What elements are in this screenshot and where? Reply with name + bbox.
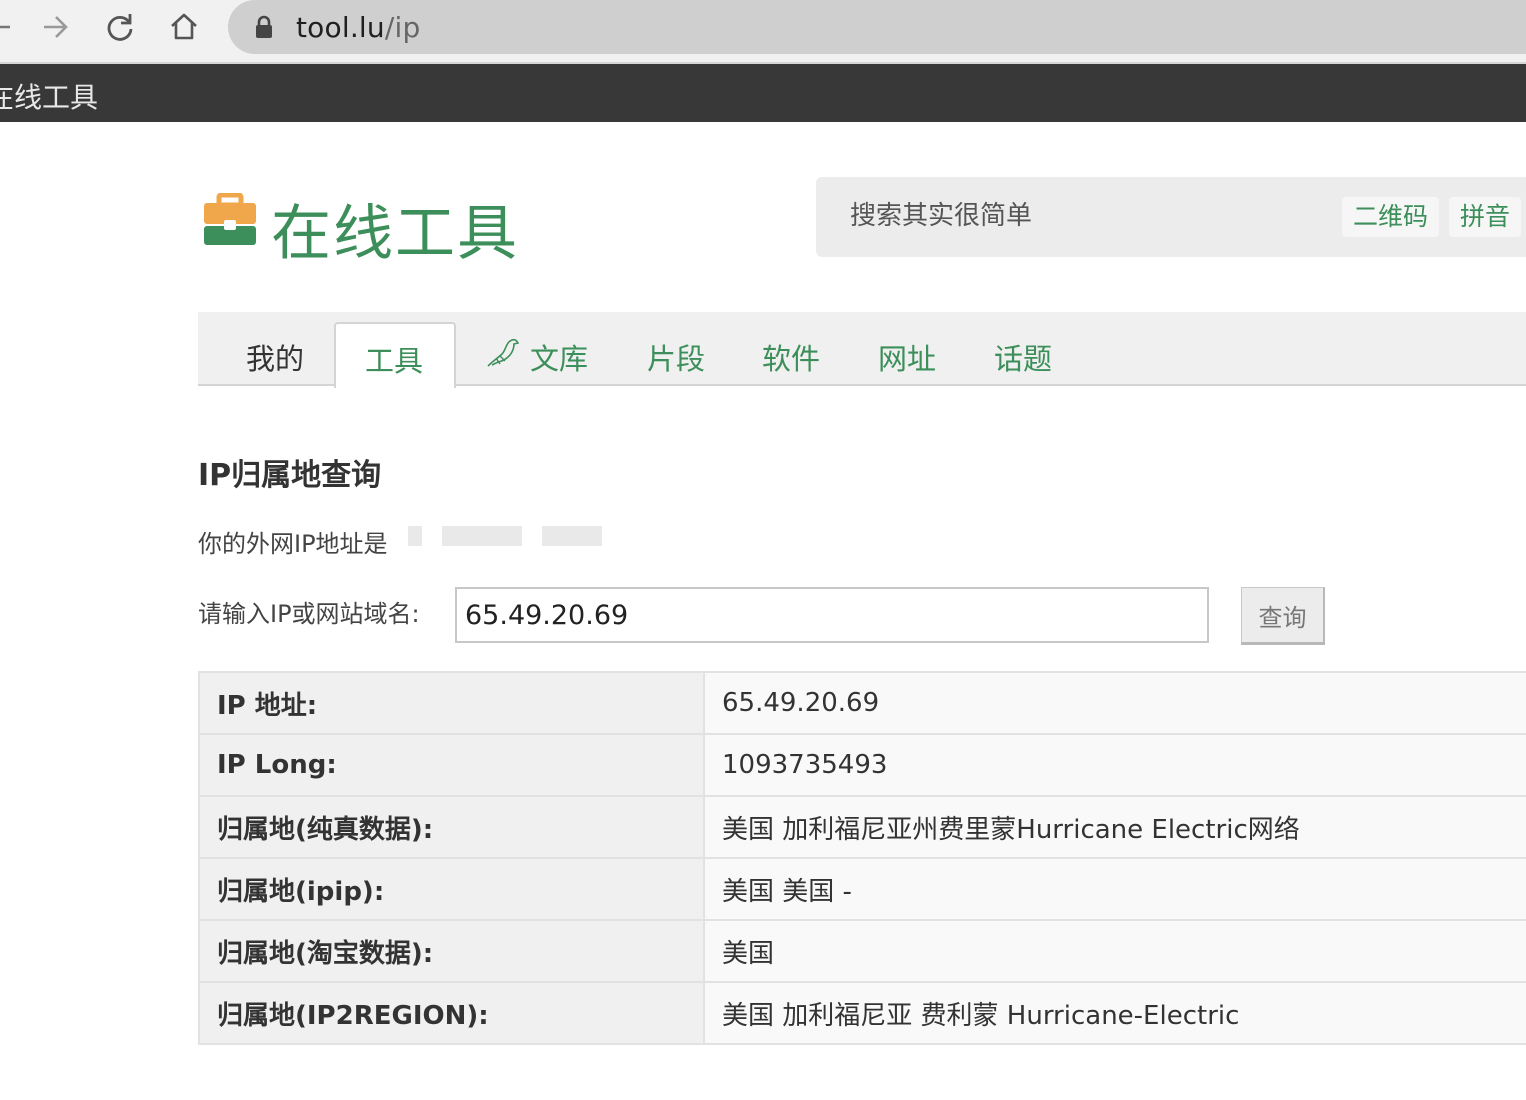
url-path: /ip xyxy=(384,11,421,44)
redacted-ip-block xyxy=(542,526,602,546)
tab-links[interactable]: 网址 xyxy=(878,336,936,378)
table-row: IP Long: 1093735493 xyxy=(198,733,1526,797)
table-row: 归属地(纯真数据): 美国 加利福尼亚州费里蒙Hurricane Electri… xyxy=(198,795,1526,859)
lock-icon xyxy=(256,15,272,38)
address-bar[interactable]: tool.lu/ip xyxy=(228,0,1526,54)
table-row: 归属地(IP2REGION): 美国 加利福尼亚 费利蒙 Hurricane-E… xyxy=(198,981,1526,1045)
search-box: 二维码 拼音 xyxy=(816,177,1526,257)
search-tag-pinyin[interactable]: 拼音 xyxy=(1449,197,1522,237)
redacted-ip-block xyxy=(442,526,522,546)
table-row: IP 地址: 65.49.20.69 xyxy=(198,671,1526,735)
browser-toolbar: tool.lu/ip xyxy=(0,0,1526,64)
table-row: 归属地(淘宝数据): 美国 xyxy=(198,919,1526,983)
result-label: 归属地(纯真数据): xyxy=(198,795,705,859)
query-button[interactable]: 查询 xyxy=(1241,587,1325,645)
table-row: 归属地(ipip): 美国 美国 - xyxy=(198,857,1526,921)
site-topbar: 在线工具 xyxy=(0,64,1526,122)
ip-query-input[interactable] xyxy=(455,587,1209,643)
search-tag-qrcode[interactable]: 二维码 xyxy=(1342,197,1440,237)
tab-snippets[interactable]: 片段 xyxy=(647,336,705,378)
tab-software[interactable]: 软件 xyxy=(762,336,820,378)
result-label: 归属地(IP2REGION): xyxy=(198,981,705,1045)
result-value: 美国 加利福尼亚 费利蒙 Hurricane-Electric xyxy=(703,981,1526,1045)
tab-mine[interactable]: 我的 xyxy=(246,336,304,378)
result-label: IP 地址: xyxy=(198,671,705,735)
result-value: 65.49.20.69 xyxy=(703,671,1526,735)
tab-topics[interactable]: 话题 xyxy=(994,336,1052,378)
result-label: 归属地(淘宝数据): xyxy=(198,919,705,983)
tab-tools-label: 工具 xyxy=(365,344,424,378)
my-ip-label: 你的外网IP地址是 xyxy=(198,530,388,558)
url-text[interactable]: tool.lu/ip xyxy=(296,11,420,44)
logo-text: 在线工具 xyxy=(271,199,519,269)
search-input[interactable] xyxy=(850,201,1310,231)
result-value: 美国 xyxy=(703,919,1526,983)
tab-library[interactable]: 文库 xyxy=(530,336,588,378)
result-table: IP 地址: 65.49.20.69 IP Long: 1093735493 归… xyxy=(198,671,1526,1045)
back-arrow-icon[interactable] xyxy=(0,10,16,44)
site-topbar-title[interactable]: 在线工具 xyxy=(0,76,98,116)
redacted-ip-block xyxy=(408,526,422,546)
result-value: 美国 美国 - xyxy=(703,857,1526,921)
result-label: 归属地(ipip): xyxy=(198,857,705,921)
page-title: IP归属地查询 xyxy=(198,458,382,493)
query-label: 请输入IP或网站域名: xyxy=(198,600,420,628)
reload-icon[interactable] xyxy=(103,10,137,44)
result-value: 1093735493 xyxy=(703,733,1526,797)
forward-arrow-icon[interactable] xyxy=(38,10,72,44)
result-value: 美国 加利福尼亚州费里蒙Hurricane Electric网络 xyxy=(703,795,1526,859)
bird-icon xyxy=(487,338,520,367)
url-host: tool.lu xyxy=(296,11,385,44)
result-label: IP Long: xyxy=(198,733,705,797)
main-tabs: 我的 工具 文库 片段 软件 网址 话题 xyxy=(198,312,1526,388)
tab-tools[interactable]: 工具 xyxy=(334,322,456,388)
home-icon[interactable] xyxy=(167,10,201,44)
toolbox-icon xyxy=(204,193,256,245)
